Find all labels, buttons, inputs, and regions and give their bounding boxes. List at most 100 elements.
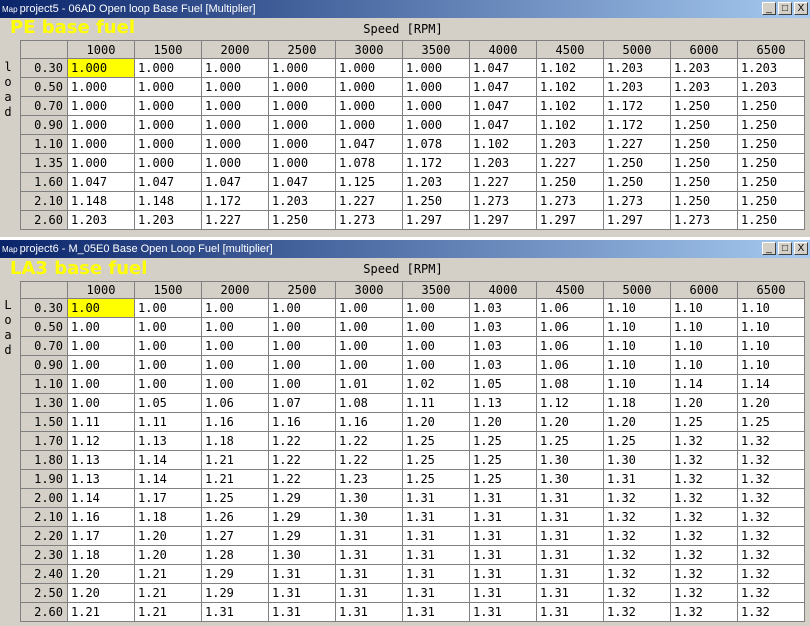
map-cell[interactable]: 1.26 [201, 507, 269, 527]
column-header-rpm[interactable]: 1500 [134, 40, 202, 59]
map-cell[interactable]: 1.25 [402, 431, 470, 451]
title-bar[interactable]: Map project5 - 06AD Open loop Base Fuel … [0, 0, 810, 18]
map-cell[interactable]: 1.03 [469, 298, 537, 318]
map-cell[interactable]: 1.250 [402, 191, 470, 211]
row-header-load[interactable]: 1.50 [20, 412, 68, 432]
row-header-load[interactable]: 2.30 [20, 545, 68, 565]
column-header-rpm[interactable]: 2000 [201, 281, 269, 299]
map-cell[interactable]: 1.32 [737, 488, 805, 508]
column-header-rpm[interactable]: 5000 [603, 281, 671, 299]
map-cell[interactable]: 1.00 [134, 317, 202, 337]
map-cell[interactable]: 1.23 [335, 469, 403, 489]
map-cell[interactable]: 1.22 [335, 450, 403, 470]
map-cell[interactable]: 1.32 [670, 431, 738, 451]
map-cell[interactable]: 1.000 [268, 134, 336, 154]
map-cell[interactable]: 1.14 [67, 488, 135, 508]
map-cell[interactable]: 1.20 [67, 564, 135, 584]
map-cell[interactable]: 1.32 [737, 564, 805, 584]
map-cell[interactable]: 1.297 [536, 210, 604, 230]
map-cell[interactable]: 1.000 [134, 96, 202, 116]
map-cell[interactable]: 1.13 [134, 431, 202, 451]
map-cell[interactable]: 1.21 [134, 564, 202, 584]
map-cell[interactable]: 1.29 [201, 583, 269, 603]
row-header-load[interactable]: 1.70 [20, 431, 68, 451]
column-header-rpm[interactable]: 3000 [335, 40, 403, 59]
map-cell[interactable]: 1.32 [603, 583, 671, 603]
map-cell[interactable]: 1.05 [134, 393, 202, 413]
map-cell[interactable]: 1.00 [268, 298, 336, 318]
map-cell[interactable]: 1.047 [469, 115, 537, 135]
map-cell[interactable]: 1.20 [402, 412, 470, 432]
map-cell[interactable]: 1.148 [134, 191, 202, 211]
map-cell[interactable]: 1.250 [737, 153, 805, 173]
row-header-load[interactable]: 0.70 [20, 96, 68, 116]
map-cell[interactable]: 1.31 [536, 507, 604, 527]
map-cell[interactable]: 1.20 [134, 545, 202, 565]
map-cell[interactable]: 1.31 [402, 583, 470, 603]
map-cell[interactable]: 1.25 [469, 469, 537, 489]
map-cell[interactable]: 1.00 [268, 374, 336, 394]
map-cell[interactable]: 1.10 [670, 336, 738, 356]
map-cell[interactable]: 1.29 [201, 564, 269, 584]
minimize-button[interactable]: _ [762, 242, 776, 255]
map-cell[interactable]: 1.10 [603, 336, 671, 356]
map-cell[interactable]: 1.250 [268, 210, 336, 230]
map-cell[interactable]: 1.14 [134, 450, 202, 470]
row-header-load[interactable]: 0.70 [20, 336, 68, 356]
map-cell[interactable]: 1.31 [536, 583, 604, 603]
map-cell[interactable]: 1.31 [469, 583, 537, 603]
map-cell[interactable]: 1.000 [268, 96, 336, 116]
map-cell[interactable]: 1.00 [402, 336, 470, 356]
map-cell[interactable]: 1.14 [134, 469, 202, 489]
close-button[interactable]: X [794, 242, 808, 255]
map-cell[interactable]: 1.000 [67, 115, 135, 135]
map-cell[interactable]: 1.06 [536, 317, 604, 337]
row-header-load[interactable]: 0.50 [20, 317, 68, 337]
map-cell[interactable]: 1.21 [201, 469, 269, 489]
map-cell[interactable]: 1.00 [402, 355, 470, 375]
map-cell[interactable]: 1.20 [603, 412, 671, 432]
map-cell[interactable]: 1.250 [670, 115, 738, 135]
row-header-load[interactable]: 2.20 [20, 526, 68, 546]
map-cell[interactable]: 1.00 [201, 298, 269, 318]
map-cell[interactable]: 1.16 [268, 412, 336, 432]
map-cell[interactable]: 1.25 [402, 469, 470, 489]
map-cell[interactable]: 1.31 [536, 488, 604, 508]
map-cell[interactable]: 1.203 [670, 77, 738, 97]
map-cell[interactable]: 1.29 [268, 507, 336, 527]
map-cell[interactable]: 1.00 [402, 298, 470, 318]
map-cell[interactable]: 1.000 [335, 58, 403, 78]
map-cell[interactable]: 1.227 [536, 153, 604, 173]
map-cell[interactable]: 1.203 [67, 210, 135, 230]
map-cell[interactable]: 1.21 [134, 583, 202, 603]
map-cell[interactable]: 1.102 [536, 77, 604, 97]
map-cell[interactable]: 1.00 [201, 374, 269, 394]
map-cell[interactable]: 1.32 [670, 545, 738, 565]
map-cell[interactable]: 1.14 [737, 374, 805, 394]
map-cell[interactable]: 1.32 [603, 545, 671, 565]
map-cell[interactable]: 1.250 [670, 153, 738, 173]
map-cell[interactable]: 1.18 [67, 545, 135, 565]
map-cell[interactable]: 1.25 [603, 431, 671, 451]
map-cell[interactable]: 1.16 [67, 507, 135, 527]
map-cell[interactable]: 1.32 [670, 450, 738, 470]
map-cell[interactable]: 1.32 [670, 526, 738, 546]
map-cell[interactable]: 1.31 [201, 602, 269, 622]
map-cell[interactable]: 1.31 [536, 564, 604, 584]
map-cell[interactable]: 1.32 [670, 583, 738, 603]
map-cell[interactable]: 1.01 [335, 374, 403, 394]
map-cell[interactable]: 1.32 [737, 583, 805, 603]
map-cell[interactable]: 1.31 [402, 488, 470, 508]
row-header-load[interactable]: 1.80 [20, 450, 68, 470]
map-cell[interactable]: 1.00 [134, 355, 202, 375]
map-cell[interactable]: 1.227 [603, 134, 671, 154]
map-cell[interactable]: 1.10 [670, 298, 738, 318]
map-cell[interactable]: 1.00 [67, 393, 135, 413]
map-cell[interactable]: 1.00 [268, 336, 336, 356]
map-cell[interactable]: 1.20 [670, 393, 738, 413]
map-cell[interactable]: 1.000 [335, 115, 403, 135]
map-cell[interactable]: 1.06 [536, 298, 604, 318]
map-cell[interactable]: 1.00 [134, 298, 202, 318]
map-cell[interactable]: 1.000 [268, 58, 336, 78]
map-cell[interactable]: 1.10 [737, 317, 805, 337]
